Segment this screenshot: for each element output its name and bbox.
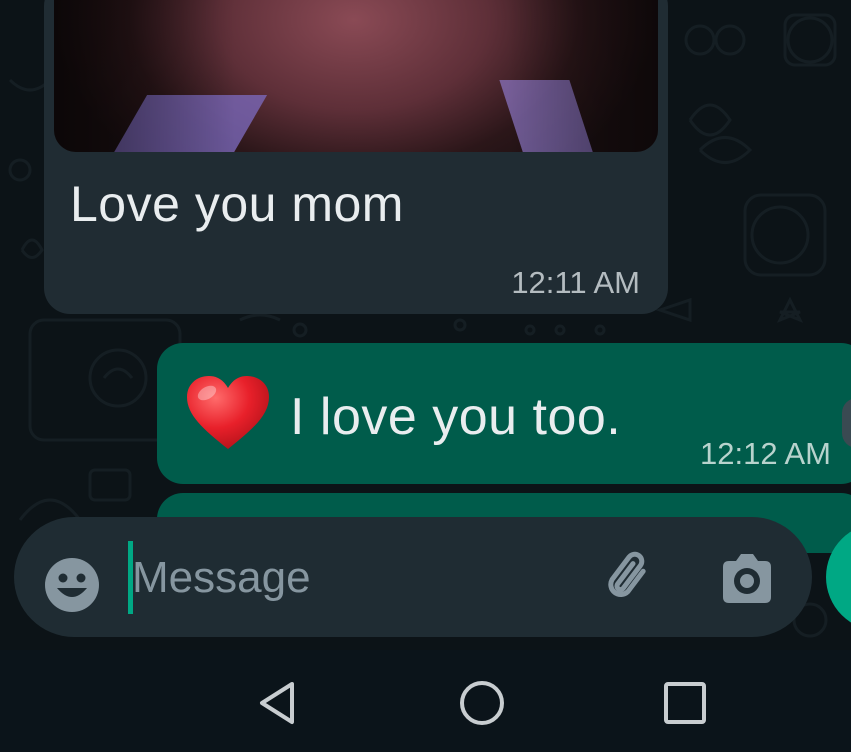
message-composer xyxy=(14,517,812,637)
message-input[interactable] xyxy=(130,543,572,613)
home-circle-icon[interactable] xyxy=(457,678,507,728)
outgoing-message-bubble[interactable]: I love you too. 12:12 AM xyxy=(157,343,851,484)
camera-icon[interactable] xyxy=(717,549,777,609)
incoming-message-time: 12:11 AM xyxy=(511,265,640,300)
outgoing-message-text: I love you too. xyxy=(290,388,622,446)
system-navigation-bar xyxy=(0,650,851,752)
message-photo[interactable] xyxy=(54,0,658,152)
outgoing-message-time: 12:12 AM xyxy=(700,436,831,471)
scroll-handle[interactable] xyxy=(842,398,851,448)
paperclip-icon[interactable] xyxy=(600,547,662,609)
emoji-smiley-icon[interactable] xyxy=(43,556,101,614)
recents-square-icon[interactable] xyxy=(660,678,710,728)
red-heart-emoji xyxy=(187,376,269,449)
back-triangle-icon[interactable] xyxy=(252,678,302,728)
incoming-message-bubble[interactable]: Love you mom 12:11 AM xyxy=(44,0,668,314)
incoming-message-text: Love you mom xyxy=(70,176,404,232)
chat-area[interactable]: Love you mom 12:11 AM I love you too. 12… xyxy=(0,0,851,650)
